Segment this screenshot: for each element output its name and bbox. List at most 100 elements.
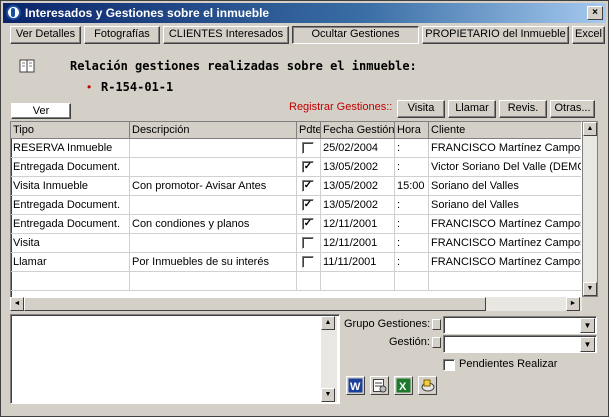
pendiente-checkbox[interactable]: ✓ <box>302 161 314 173</box>
empty-cell[interactable] <box>297 272 321 291</box>
scroll-up-button[interactable]: ▲ <box>583 122 597 136</box>
pendientes-checkbox[interactable] <box>443 359 455 371</box>
empty-cell[interactable] <box>321 272 395 291</box>
revis-button[interactable]: Revis. <box>499 100 547 118</box>
scroll-down-button[interactable]: ▼ <box>583 282 597 296</box>
cell-hora[interactable]: : <box>395 215 429 234</box>
pendiente-checkbox[interactable] <box>302 237 314 249</box>
cell-fecha[interactable]: 13/05/2002 <box>321 177 395 196</box>
cell-descripcion[interactable]: Con promotor- Avisar Antes <box>130 177 297 196</box>
cell-fecha[interactable]: 11/11/2001 <box>321 253 395 272</box>
cell-cliente[interactable]: Soriano del Valles <box>429 177 581 196</box>
clientes-interesados-button[interactable]: CLIENTES Interesados <box>163 26 289 44</box>
empty-cell[interactable] <box>130 272 297 291</box>
header-col-descripcion[interactable]: Descripción <box>130 122 297 139</box>
cell-descripcion[interactable]: Por Inmuebles de su interés <box>130 253 297 272</box>
pendiente-checkbox[interactable]: ✓ <box>302 180 314 192</box>
notes-scroll-down[interactable]: ▼ <box>321 388 335 402</box>
cell-pdte[interactable]: ✓ <box>297 177 321 196</box>
cell-fecha[interactable]: 25/02/2004 <box>321 139 395 158</box>
gestion-select[interactable]: ▼ <box>443 335 597 353</box>
cell-descripcion[interactable]: Con condiones y planos <box>130 215 297 234</box>
cell-tipo[interactable]: Llamar <box>11 253 130 272</box>
cell-cliente[interactable]: FRANCISCO Martínez Campos r <box>429 234 581 253</box>
grupo-gestiones-small-button[interactable] <box>432 319 441 330</box>
scroll-thumb[interactable] <box>24 297 486 311</box>
scroll-left-button[interactable]: ◄ <box>10 297 24 311</box>
header-col-tipo[interactable]: Tipo <box>11 122 130 139</box>
cell-cliente[interactable]: FRANCISCO Martínez Campos r <box>429 253 581 272</box>
cell-descripcion[interactable] <box>130 196 297 215</box>
header-col-hora[interactable]: Hora <box>395 122 429 139</box>
cell-fecha[interactable]: 12/11/2001 <box>321 215 395 234</box>
fotografias-button[interactable]: Fotografías <box>84 26 160 44</box>
reference-bullet: • <box>87 80 92 94</box>
grupo-gestiones-dropdown-icon[interactable]: ▼ <box>580 318 595 333</box>
notes-textarea[interactable] <box>10 314 340 404</box>
notes-scroll-up[interactable]: ▲ <box>321 316 335 330</box>
word-icon[interactable]: W <box>346 376 365 395</box>
cell-pdte[interactable] <box>297 234 321 253</box>
grupo-gestiones-select[interactable]: ▼ <box>443 316 597 334</box>
svg-text:W: W <box>350 381 361 393</box>
table-vertical-scrollbar[interactable]: ▲ ▼ <box>582 121 598 297</box>
cell-tipo[interactable]: Entregada Document. <box>11 196 130 215</box>
cell-tipo[interactable]: Visita Inmueble <box>11 177 130 196</box>
cell-tipo[interactable]: Entregada Document. <box>11 158 130 177</box>
pendiente-checkbox[interactable]: ✓ <box>302 199 314 211</box>
cell-pdte[interactable]: ✓ <box>297 215 321 234</box>
empty-cell[interactable] <box>395 272 429 291</box>
pendientes-label: Pendientes Realizar <box>459 358 558 370</box>
cell-hora[interactable]: : <box>395 196 429 215</box>
propietario-button[interactable]: PROPIETARIO del Inmueble <box>422 26 569 44</box>
ver-detalles-button[interactable]: Ver Detalles <box>10 26 81 44</box>
cell-pdte[interactable]: ✓ <box>297 196 321 215</box>
header-col-fecha[interactable]: Fecha Gestión <box>321 122 395 139</box>
cell-pdte[interactable] <box>297 253 321 272</box>
visita-button[interactable]: Visita <box>397 100 445 118</box>
cell-hora[interactable]: : <box>395 234 429 253</box>
pendiente-checkbox[interactable] <box>302 256 314 268</box>
cell-hora[interactable]: : <box>395 253 429 272</box>
cell-cliente[interactable]: Soriano del Valles <box>429 196 581 215</box>
ocultar-gestiones-button[interactable]: Ocultar Gestiones <box>292 26 419 44</box>
close-button[interactable]: × <box>587 6 603 20</box>
excel-button[interactable]: Excel <box>572 26 605 44</box>
cell-hora[interactable]: 15:00 <box>395 177 429 196</box>
empty-cell[interactable] <box>429 272 581 291</box>
gestion-dropdown-icon[interactable]: ▼ <box>580 337 595 352</box>
gestion-small-button[interactable] <box>432 337 441 348</box>
cell-descripcion[interactable] <box>130 139 297 158</box>
empty-cell[interactable] <box>11 272 130 291</box>
cell-cliente[interactable]: FRANCISCO Martínez Campos r <box>429 215 581 234</box>
header-col-cliente[interactable]: Cliente <box>429 122 581 139</box>
scroll-right-button[interactable]: ► <box>566 297 580 311</box>
llamar-button[interactable]: Llamar <box>448 100 496 118</box>
cell-descripcion[interactable] <box>130 158 297 177</box>
cell-pdte[interactable] <box>297 139 321 158</box>
cell-tipo[interactable]: Entregada Document. <box>11 215 130 234</box>
cell-fecha[interactable]: 13/05/2002 <box>321 196 395 215</box>
grupo-gestiones-label: Grupo Gestiones: <box>344 318 431 330</box>
ver-button[interactable]: Ver <box>11 103 71 119</box>
cell-fecha[interactable]: 12/11/2001 <box>321 234 395 253</box>
excel-icon[interactable]: X <box>394 376 413 395</box>
cell-hora[interactable]: : <box>395 139 429 158</box>
cell-tipo[interactable]: Visita <box>11 234 130 253</box>
cell-tipo[interactable]: RESERVA Inmueble <box>11 139 130 158</box>
header-col-pdte[interactable]: Pdte <box>297 122 321 139</box>
notes-scrollbar[interactable]: ▲ ▼ <box>321 316 337 402</box>
report-icon[interactable] <box>370 376 389 395</box>
cell-pdte[interactable]: ✓ <box>297 158 321 177</box>
cell-fecha[interactable]: 13/05/2002 <box>321 158 395 177</box>
table-horizontal-scrollbar[interactable]: ◄ ► <box>10 297 582 311</box>
cell-cliente[interactable]: Victor Soriano Del Valle (DEMO <box>429 158 581 177</box>
otras-button[interactable]: Otras... <box>550 100 595 118</box>
cell-cliente[interactable]: FRANCISCO Martínez Campos r <box>429 139 581 158</box>
cell-hora[interactable]: : <box>395 158 429 177</box>
export-icon[interactable] <box>418 376 437 395</box>
pendiente-checkbox[interactable]: ✓ <box>302 218 314 230</box>
pendiente-checkbox[interactable] <box>302 142 314 154</box>
gestion-label: Gestión: <box>389 336 430 348</box>
cell-descripcion[interactable] <box>130 234 297 253</box>
